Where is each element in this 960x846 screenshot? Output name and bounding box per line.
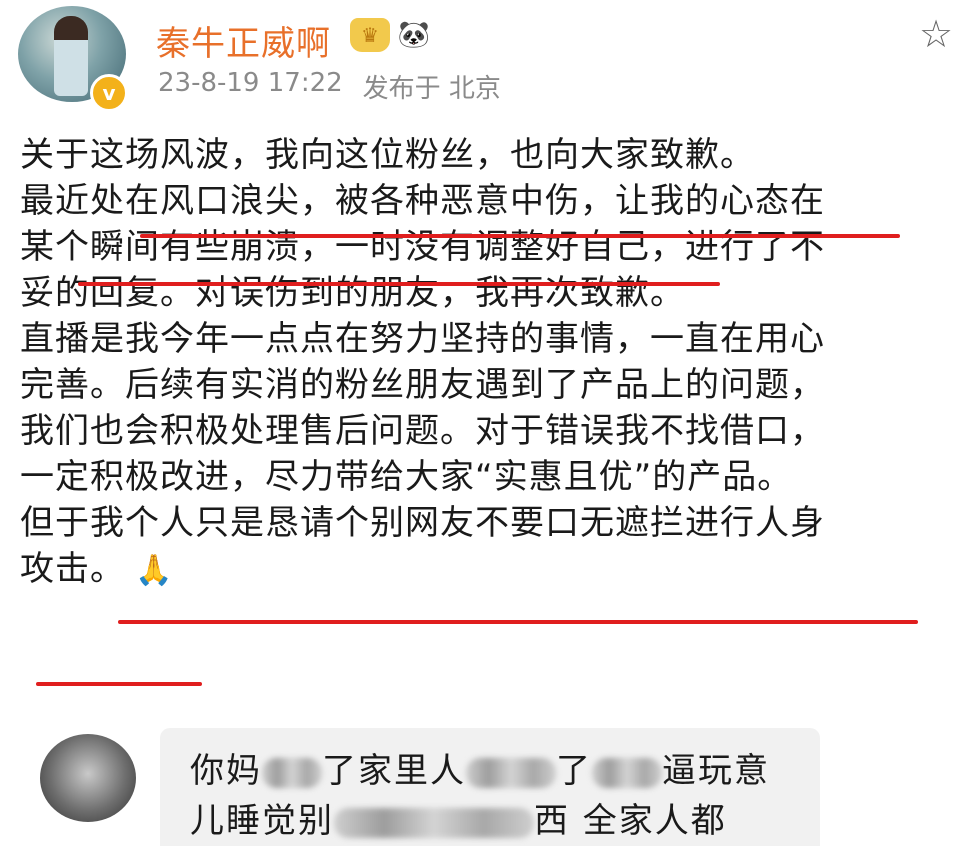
post-line-text: 攻击。 [20, 549, 125, 589]
post-line: 关于这场风波，我向这位粉丝，也向大家致歉。 [20, 135, 755, 175]
avatar-figure [54, 16, 88, 96]
comment-text: 你妈 了家里人 了 逼玩意 儿睡觉别 西 全家人都 [190, 746, 770, 846]
star-icon[interactable]: ☆ [916, 14, 956, 54]
crown-badge-icon: ♛ [350, 18, 390, 52]
comment-text-fragment: 你妈 [190, 751, 262, 791]
comment-text-fragment: 了家里人 [322, 751, 466, 791]
post-line: 直播是我今年一点点在努力坚持的事情，一直在用心 [20, 319, 825, 359]
highlight-underline [118, 620, 918, 624]
post-line: 某个瞬间有些崩溃，一时没有调整好自己，进行了不 [20, 227, 825, 267]
post-line: 但于我个人只是恳请个别网友不要口无遮拦进行人身 [20, 503, 825, 543]
post-line: 妥的回复。对误伤到的朋友，我再次致歉。 [20, 273, 685, 313]
weibo-post-screenshot: v 秦牛正威啊 ♛ 🐼 23-8-19 17:22 发布于 北京 ☆ 关于这场风… [0, 0, 960, 846]
highlight-underline [140, 234, 900, 238]
post-line-last: 攻击。 🙏 [20, 546, 950, 592]
comment-text-fragment: 西 全家人都 [534, 801, 727, 841]
commenter-avatar[interactable] [40, 734, 136, 822]
post-timestamp: 23-8-19 17:22 [158, 68, 343, 98]
mosaic-blur [262, 757, 322, 788]
post-line: 完善。后续有实消的粉丝朋友遇到了产品上的问题， [20, 365, 825, 405]
mosaic-blur [592, 757, 662, 788]
post-body: 关于这场风波，我向这位粉丝，也向大家致歉。 最近处在风口浪尖，被各种恶意中伤，让… [20, 132, 950, 592]
post-line: 一定积极改进，尽力带给大家“实惠且优”的产品。 [20, 457, 793, 497]
mosaic-blur [334, 807, 534, 838]
panda-badge-icon: 🐼 [397, 20, 431, 50]
post-header: v 秦牛正威啊 ♛ 🐼 23-8-19 17:22 发布于 北京 ☆ [0, 0, 960, 120]
mosaic-blur [466, 757, 556, 788]
post-line: 最近处在风口浪尖，被各种恶意中伤，让我的心态在 [20, 181, 825, 221]
post-meta: 23-8-19 17:22 发布于 北京 [158, 68, 501, 105]
comment-line-1: 你妈 了家里人 了 逼玩意 [190, 746, 770, 796]
comment-text-fragment: 儿睡觉别 [190, 801, 334, 841]
user-badges: ♛ 🐼 [350, 18, 432, 52]
post-location: 发布于 北京 [362, 74, 501, 104]
pray-hands-icon: 🙏 [135, 553, 174, 588]
verified-badge-icon: v [90, 74, 128, 112]
highlight-underline [36, 682, 202, 686]
username[interactable]: 秦牛正威啊 [156, 16, 331, 65]
comment-text-fragment: 逼玩意 [662, 751, 770, 791]
post-line: 我们也会积极处理售后问题。对于错误我不找借口， [20, 411, 825, 451]
highlight-underline [78, 282, 720, 286]
comment-text-fragment: 了 [556, 751, 592, 791]
comment-line-2: 儿睡觉别 西 全家人都 [190, 796, 770, 846]
